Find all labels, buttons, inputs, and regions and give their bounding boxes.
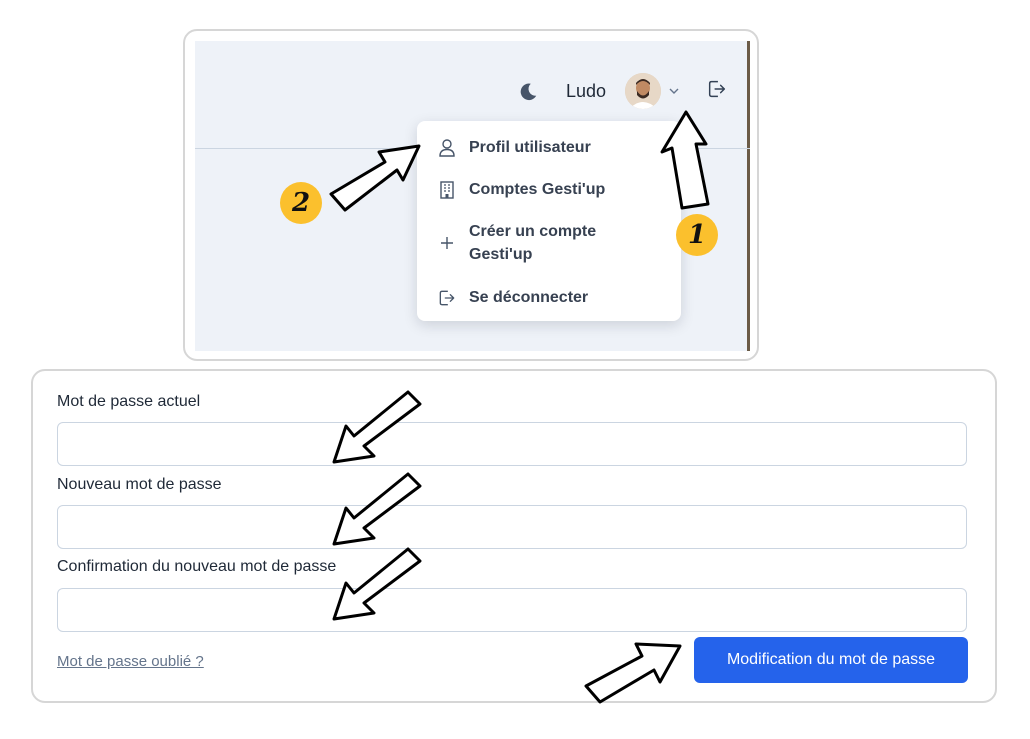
avatar[interactable] xyxy=(625,73,661,109)
menu-item-label: Comptes Gesti'up xyxy=(469,181,606,198)
change-password-form: Mot de passe actuel Nouveau mot de passe… xyxy=(31,369,997,703)
menu-item-accounts[interactable]: Comptes Gesti'up xyxy=(437,178,605,201)
menu-item-label: Créer un compte Gesti'up xyxy=(469,223,597,263)
window-edge xyxy=(747,41,750,351)
change-password-button[interactable]: Modification du mot de passe xyxy=(694,637,968,683)
user-dropdown-menu: Profil utilisateur Comptes Gesti'up Crée… xyxy=(417,121,681,321)
new-password-label: Nouveau mot de passe xyxy=(57,476,222,493)
annotation-arrow-icon xyxy=(332,547,422,621)
step-1-badge: 1 xyxy=(676,214,718,256)
annotation-arrow-icon xyxy=(660,110,710,210)
menu-item-create-account[interactable]: Créer un compte Gesti'up xyxy=(437,220,639,266)
current-password-label: Mot de passe actuel xyxy=(57,393,201,410)
building-icon xyxy=(440,180,454,199)
new-password-input[interactable] xyxy=(57,505,967,549)
annotation-arrow-icon xyxy=(332,390,422,464)
current-password-input[interactable] xyxy=(57,422,967,466)
annotation-arrow-icon xyxy=(329,144,421,212)
menu-item-label: Se déconnecter xyxy=(469,289,589,306)
annotation-arrow-icon xyxy=(332,472,422,546)
confirm-password-input[interactable] xyxy=(57,588,967,632)
menu-item-profile[interactable]: Profil utilisateur xyxy=(437,136,591,159)
plus-icon xyxy=(441,237,453,249)
user-icon xyxy=(439,138,455,157)
menu-item-logout[interactable]: Se déconnecter xyxy=(437,286,588,309)
moon-icon[interactable] xyxy=(517,81,539,103)
menu-item-label: Profil utilisateur xyxy=(469,139,591,156)
user-name[interactable]: Ludo xyxy=(566,81,606,102)
forgot-password-link[interactable]: Mot de passe oublié ? xyxy=(57,653,204,670)
annotation-arrow-icon xyxy=(584,642,682,704)
logout-icon xyxy=(439,290,455,305)
confirm-password-label: Confirmation du nouveau mot de passe xyxy=(57,558,337,575)
chevron-down-icon[interactable] xyxy=(668,85,680,97)
avatar-image xyxy=(625,73,661,109)
step-2-badge: 2 xyxy=(280,182,322,224)
logout-icon[interactable] xyxy=(706,78,728,100)
